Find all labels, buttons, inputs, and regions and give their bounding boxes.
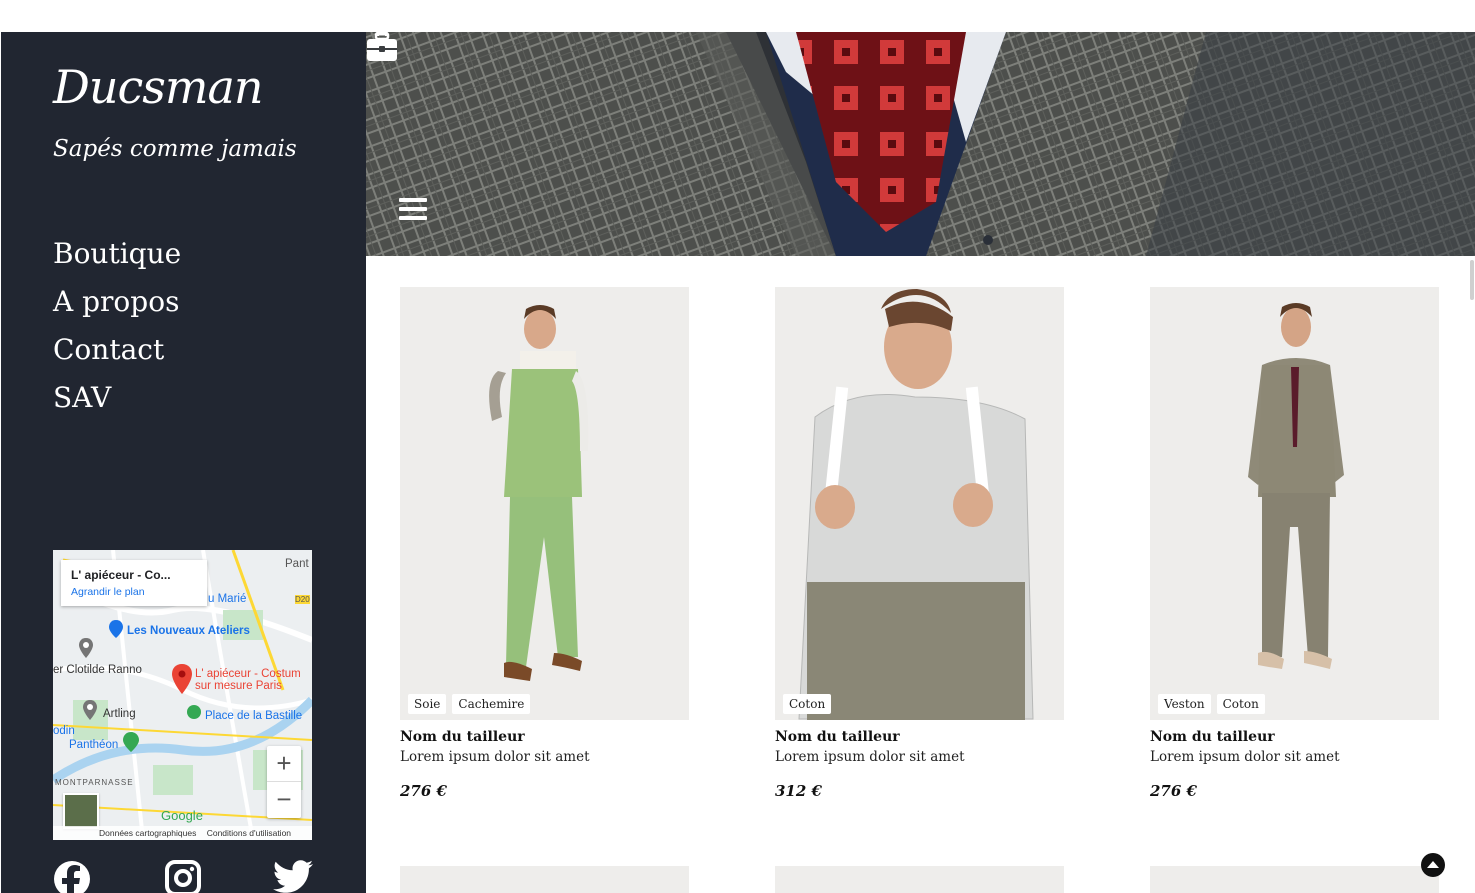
map-label-line: sur mesure Paris (195, 680, 282, 692)
nav-item-contact[interactable]: Contact (53, 326, 181, 374)
nav-item-sav[interactable]: SAV (53, 374, 181, 422)
product-tags: Veston Coton (1158, 694, 1265, 714)
map-zoom-in-button[interactable]: + (267, 746, 301, 782)
product-photo (798, 289, 1034, 720)
main-nav: Boutique A propos Contact SAV (53, 230, 181, 422)
scrollbar-thumb[interactable] (1470, 260, 1474, 300)
instagram-icon[interactable] (165, 860, 201, 893)
product-image[interactable]: Veston Coton (1150, 287, 1439, 720)
map-label-line: L' apiéceur - Costum (195, 668, 301, 680)
map-attribution: Données cartographiques Conditions d'uti… (53, 826, 312, 840)
product-price: 276 € (1150, 782, 1197, 800)
product-card[interactable]: Coton Nom du tailleur Lorem ipsum dolor … (775, 287, 1065, 800)
map-pin-icon (79, 638, 93, 658)
product-name[interactable]: Nom du tailleur (400, 729, 690, 745)
sidebar: Ducsman Sapés comme jamais Boutique A pr… (1, 32, 366, 893)
map-label: er Clotilde Ranno (53, 664, 142, 676)
tag-badge[interactable]: Cachemire (452, 694, 531, 714)
google-logo: Google (161, 808, 203, 823)
scroll-to-top-icon[interactable] (1420, 852, 1446, 878)
product-tags: Soie Cachemire (408, 694, 531, 714)
map-label: D20 (295, 595, 310, 604)
map-pin-icon (109, 620, 123, 638)
product-description: Lorem ipsum dolor sit amet (400, 749, 590, 765)
map-label: Pant (285, 558, 309, 570)
map-label-primary: L' apiéceur - Costum sur mesure Paris (195, 668, 301, 692)
product-card[interactable]: Veston Coton Nom du tailleur Lorem ipsum… (1150, 287, 1440, 800)
map-label: Artling (103, 708, 136, 720)
map-marker-icon[interactable] (172, 664, 192, 694)
twitter-icon[interactable] (273, 860, 313, 893)
map-data-credit[interactable]: Données cartographiques (99, 828, 196, 838)
nav-item-a-propos[interactable]: A propos (53, 278, 181, 326)
tag-badge[interactable]: Coton (783, 694, 832, 714)
hero-image (366, 32, 1475, 256)
map-label: odin (53, 725, 75, 737)
embedded-map[interactable]: L' apiéceur - Co... Agrandir le plan u M… (53, 550, 312, 840)
facebook-icon[interactable] (53, 860, 91, 893)
product-card[interactable]: Soie Cachemire Nom du tailleur Lorem ips… (400, 287, 690, 800)
park-pin-icon (187, 705, 201, 719)
map-label: Panthéon (69, 739, 119, 751)
product-name[interactable]: Nom du tailleur (775, 729, 1065, 745)
map-pin-icon (83, 700, 97, 720)
map-zoom-out-button[interactable]: − (267, 782, 301, 818)
brand-logo[interactable]: Ducsman (53, 60, 264, 114)
hamburger-icon[interactable] (399, 198, 427, 222)
product-price: 276 € (400, 782, 447, 800)
briefcase-icon[interactable] (366, 32, 398, 62)
brand-tagline: Sapés comme jamais (53, 136, 297, 162)
product-card-partial[interactable] (400, 866, 689, 893)
map-label: MONTPARNASSE (55, 778, 134, 787)
product-name[interactable]: Nom du tailleur (1150, 729, 1440, 745)
map-type-toggle[interactable] (63, 793, 99, 829)
map-label: Place de la Bastille (205, 710, 303, 722)
social-links (53, 860, 313, 893)
map-pin-icon (123, 732, 139, 752)
product-photo (1248, 303, 1344, 669)
map-terms-link[interactable]: Conditions d'utilisation (207, 828, 291, 838)
product-price: 312 € (775, 782, 822, 800)
product-card-partial[interactable] (775, 866, 1064, 893)
tag-badge[interactable]: Coton (1216, 694, 1265, 714)
map-zoom-control: + − (267, 746, 301, 818)
product-description: Lorem ipsum dolor sit amet (1150, 749, 1340, 765)
map-place-title: L' apiéceur - Co... (71, 568, 171, 582)
map-enlarge-link[interactable]: Agrandir le plan (71, 586, 197, 598)
product-description: Lorem ipsum dolor sit amet (775, 749, 965, 765)
product-image[interactable]: Coton (775, 287, 1064, 720)
product-tags: Coton (783, 694, 832, 714)
map-label: u Marié (208, 593, 247, 605)
product-photo (489, 305, 589, 681)
map-label: Les Nouveaux Ateliers (127, 625, 250, 637)
hero-banner (366, 32, 1475, 256)
tag-badge[interactable]: Veston (1158, 694, 1211, 714)
map-place-card: L' apiéceur - Co... Agrandir le plan (61, 560, 207, 606)
product-image[interactable]: Soie Cachemire (400, 287, 689, 720)
nav-item-boutique[interactable]: Boutique (53, 230, 181, 278)
tag-badge[interactable]: Soie (408, 694, 447, 714)
product-card-partial[interactable] (1150, 866, 1439, 893)
